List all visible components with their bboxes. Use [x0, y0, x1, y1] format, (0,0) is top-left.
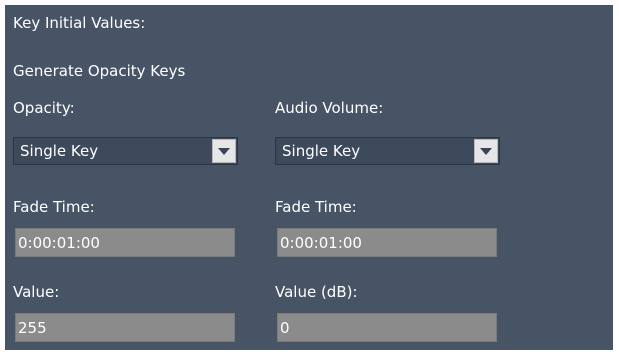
opacity-mode-value: Single Key	[20, 142, 99, 160]
key-initial-values-panel: Key Initial Values: Generate Opacity Key…	[5, 5, 613, 350]
audio-fade-time-label: Fade Time:	[275, 198, 357, 216]
opacity-label: Opacity:	[13, 99, 75, 117]
audio-mode-dropdown[interactable]: Single Key	[275, 137, 500, 165]
opacity-fade-time-value: 0:00:01:00	[18, 234, 100, 252]
audio-value: 0	[280, 319, 290, 337]
opacity-fade-time-field[interactable]: 0:00:01:00	[15, 228, 235, 257]
audio-mode-value: Single Key	[282, 142, 361, 160]
audio-dropdown-button[interactable]	[474, 139, 498, 163]
audio-value-field[interactable]: 0	[277, 313, 497, 342]
opacity-value: 255	[18, 319, 47, 337]
audio-fade-time-value: 0:00:01:00	[280, 234, 362, 252]
generate-opacity-keys-label: Generate Opacity Keys	[13, 62, 186, 80]
audio-fade-time-field[interactable]: 0:00:01:00	[277, 228, 497, 257]
chevron-down-icon	[218, 148, 230, 155]
chevron-down-icon	[480, 148, 492, 155]
audio-volume-label: Audio Volume:	[275, 99, 384, 117]
audio-value-label: Value (dB):	[275, 283, 358, 301]
opacity-value-label: Value:	[13, 283, 60, 301]
opacity-dropdown-button[interactable]	[212, 139, 236, 163]
section-title: Key Initial Values:	[13, 14, 146, 32]
opacity-fade-time-label: Fade Time:	[13, 198, 95, 216]
opacity-value-field[interactable]: 255	[15, 313, 235, 342]
opacity-mode-dropdown[interactable]: Single Key	[13, 137, 238, 165]
